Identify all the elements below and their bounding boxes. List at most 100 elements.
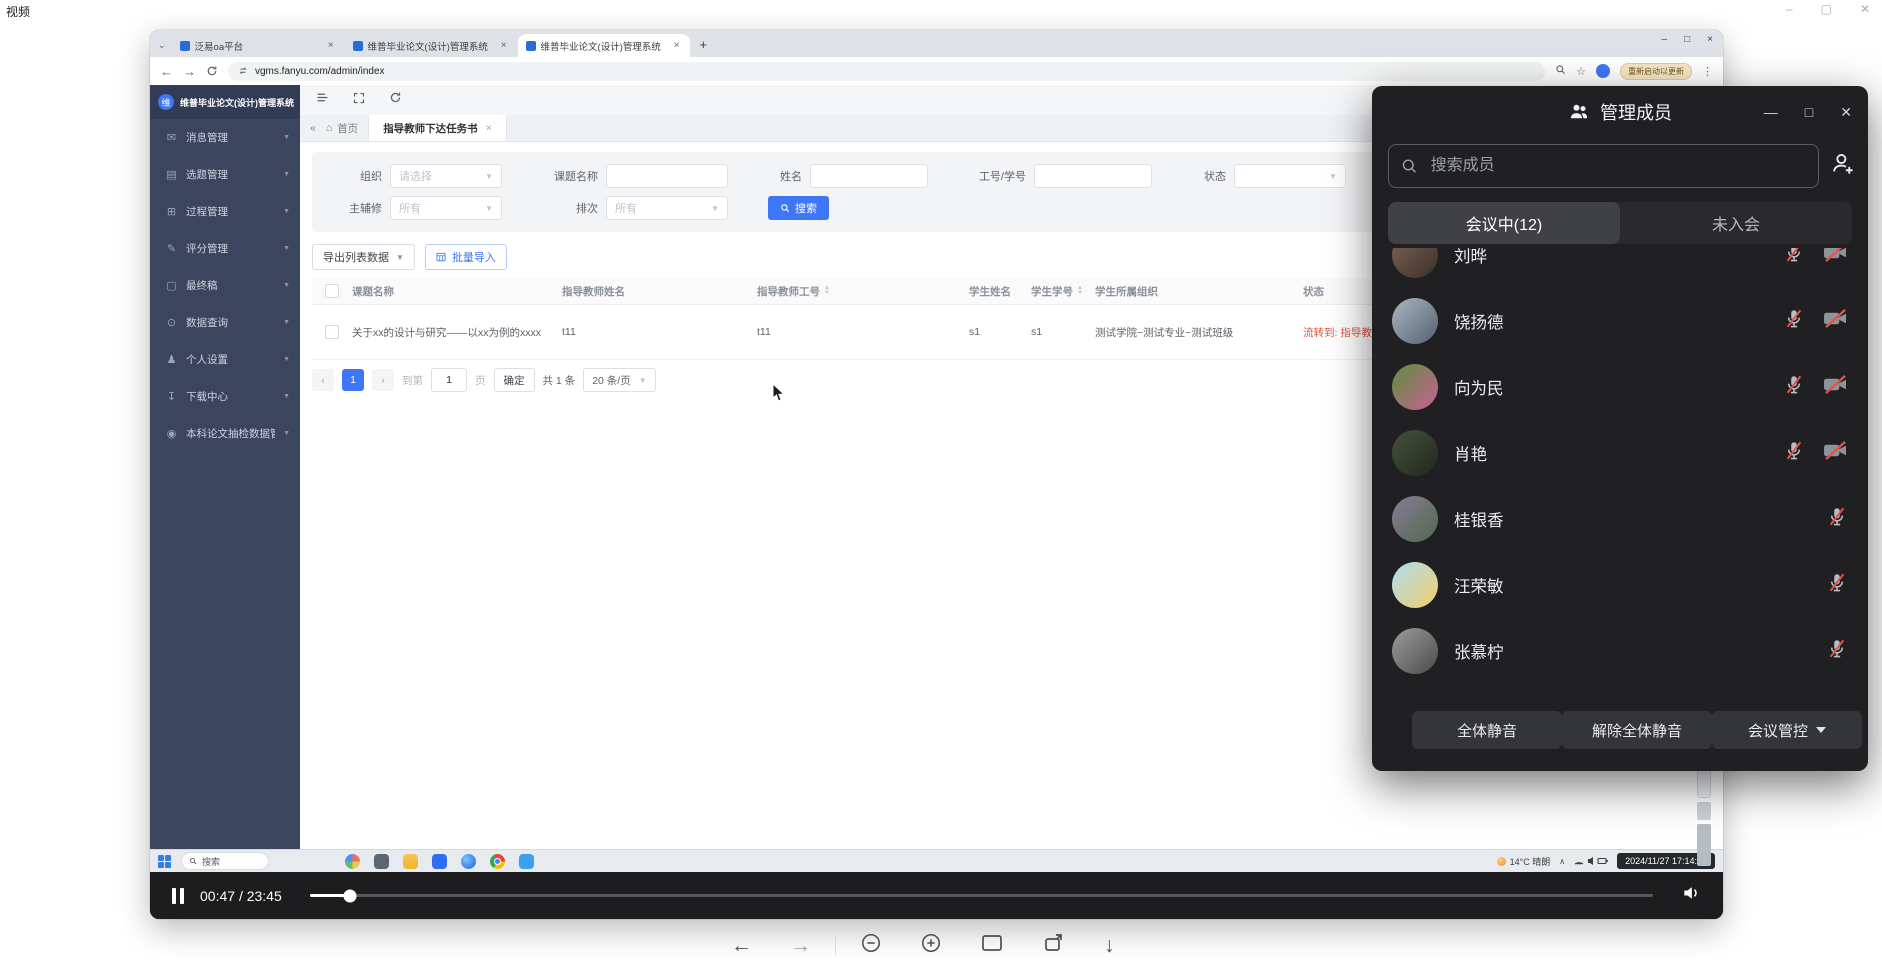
- sidebar-item[interactable]: ▢ 最终稿 ▼: [150, 267, 300, 304]
- col-topic[interactable]: 课题名称: [352, 284, 562, 299]
- panel-tab[interactable]: 未入会: [1620, 202, 1852, 244]
- forward-icon[interactable]: →: [790, 935, 811, 956]
- collapse-menu-icon[interactable]: [316, 91, 329, 109]
- taskbar-app-icon[interactable]: [519, 854, 534, 869]
- pause-button-icon[interactable]: [172, 888, 184, 904]
- member-row[interactable]: 刘晔: [1372, 248, 1868, 288]
- taskbar-app-icon[interactable]: [345, 854, 360, 869]
- tab-close-icon[interactable]: ×: [486, 122, 492, 134]
- camera-off-icon[interactable]: [1823, 248, 1848, 268]
- browser-minimize-icon[interactable]: –: [1662, 35, 1668, 45]
- mic-muted-icon[interactable]: [1783, 439, 1805, 467]
- tab-search-chevron-icon[interactable]: ⌄: [158, 40, 166, 51]
- mic-muted-icon[interactable]: [1783, 248, 1805, 269]
- sort-icon[interactable]: ▲▼: [1077, 286, 1083, 296]
- browser-update-chip[interactable]: 重新启动以更新: [1620, 63, 1692, 80]
- panel-close-icon[interactable]: ✕: [1840, 104, 1852, 121]
- floating-scroll-widget[interactable]: [1697, 770, 1711, 866]
- collapse-tabs-icon[interactable]: «: [310, 122, 316, 134]
- taskbar-app-icon[interactable]: [432, 854, 447, 869]
- browser-forward-icon[interactable]: →: [183, 65, 196, 78]
- member-list[interactable]: 刘晔 饶扬德: [1372, 248, 1868, 706]
- col-student-id[interactable]: 学生学号 ▲▼: [1031, 284, 1095, 299]
- refresh-icon[interactable]: [389, 91, 402, 109]
- topic-input[interactable]: [606, 164, 728, 188]
- panel-tab[interactable]: 会议中(12): [1388, 202, 1620, 244]
- browser-tab[interactable]: 泛易oa平台 ×: [172, 34, 344, 57]
- weather-widget[interactable]: 14°C 晴朗: [1497, 855, 1551, 868]
- col-student-name[interactable]: 学生姓名: [969, 284, 1031, 299]
- batch-select[interactable]: 所有 ▼: [606, 196, 728, 220]
- select-all-checkbox[interactable]: [325, 284, 339, 298]
- org-select[interactable]: 请选择 ▼: [390, 164, 502, 188]
- tab-close-icon[interactable]: ×: [672, 40, 682, 51]
- member-row[interactable]: 饶扬德: [1372, 288, 1868, 354]
- mic-muted-icon[interactable]: [1783, 307, 1805, 335]
- screenshot-icon[interactable]: [980, 932, 1004, 958]
- mute-all-button[interactable]: 全体静音: [1412, 711, 1562, 749]
- unmute-all-button[interactable]: 解除全体静音: [1562, 711, 1712, 749]
- browser-maximize-icon[interactable]: □: [1684, 35, 1690, 45]
- id-input[interactable]: [1034, 164, 1152, 188]
- member-row[interactable]: 桂银香: [1372, 486, 1868, 552]
- bookmark-star-icon[interactable]: ☆: [1576, 65, 1586, 78]
- sort-icon[interactable]: ▲▼: [824, 286, 830, 296]
- minimize-icon[interactable]: –: [1786, 2, 1793, 16]
- tray-expand-icon[interactable]: ∧: [1559, 857, 1565, 866]
- member-search-box[interactable]: [1388, 144, 1819, 188]
- camera-off-icon[interactable]: [1823, 374, 1848, 400]
- widget-mid-block[interactable]: [1697, 802, 1711, 820]
- taskbar-search[interactable]: 搜索: [181, 852, 269, 870]
- sidebar-item[interactable]: ⊙ 数据查询 ▼: [150, 304, 300, 341]
- widget-top-block[interactable]: [1697, 770, 1711, 798]
- browser-menu-kebab-icon[interactable]: ⋮: [1702, 65, 1713, 78]
- site-permissions-icon[interactable]: [238, 66, 248, 76]
- goto-page-input[interactable]: 1: [431, 368, 467, 392]
- export-button[interactable]: 导出列表数据 ▼: [312, 244, 415, 270]
- taskbar-app-icon[interactable]: [490, 854, 505, 869]
- col-teacher-id[interactable]: 指导教师工号 ▲▼: [757, 284, 969, 299]
- member-row[interactable]: 肖艳: [1372, 420, 1868, 486]
- major-select[interactable]: 所有 ▼: [390, 196, 502, 220]
- sidebar-item[interactable]: ✎ 评分管理 ▼: [150, 230, 300, 267]
- member-row[interactable]: 向为民: [1372, 354, 1868, 420]
- taskbar-app-icon[interactable]: [374, 854, 389, 869]
- search-icon[interactable]: [1555, 64, 1566, 78]
- batch-import-button[interactable]: 批量导入: [425, 244, 507, 270]
- player-progress-handle[interactable]: [344, 889, 357, 902]
- col-teacher-name[interactable]: 指导教师姓名: [562, 284, 757, 299]
- zoom-in-icon[interactable]: [920, 932, 942, 958]
- tab-home[interactable]: ⌂ 首页: [326, 121, 358, 136]
- start-button-icon[interactable]: [158, 855, 171, 868]
- browser-profile-avatar[interactable]: [1596, 64, 1610, 78]
- browser-back-icon[interactable]: ←: [160, 65, 173, 78]
- tray-status-icons[interactable]: [1574, 856, 1608, 866]
- browser-tab[interactable]: 维普毕业论文(设计)管理系统 ×: [345, 34, 517, 57]
- member-search-input[interactable]: [1429, 156, 1806, 176]
- status-select[interactable]: ▼: [1234, 164, 1346, 188]
- download-icon[interactable]: ↓: [1104, 935, 1115, 956]
- sidebar-item[interactable]: ↧ 下载中心 ▼: [150, 378, 300, 415]
- new-tab-button[interactable]: +: [700, 37, 708, 52]
- name-input[interactable]: [810, 164, 928, 188]
- panel-minimize-icon[interactable]: —: [1764, 104, 1778, 120]
- prev-page-button[interactable]: ‹: [312, 369, 334, 391]
- sidebar-item[interactable]: ♟ 个人设置 ▼: [150, 341, 300, 378]
- meeting-controls-button[interactable]: 会议管控: [1712, 711, 1862, 749]
- confirm-button[interactable]: 确定: [494, 368, 535, 392]
- taskbar-app-icon[interactable]: [403, 854, 418, 869]
- current-page-button[interactable]: 1: [342, 369, 364, 391]
- member-row[interactable]: 张慕柠: [1372, 618, 1868, 684]
- sidebar-item[interactable]: ⊞ 过程管理 ▼: [150, 193, 300, 230]
- sidebar-item[interactable]: ▤ 选题管理 ▼: [150, 156, 300, 193]
- sidebar-item[interactable]: ◉ 本科论文抽检数据管理 ▼: [150, 415, 300, 452]
- page-size-select[interactable]: 20 条/页 ▼: [583, 368, 655, 392]
- maximize-icon[interactable]: ▢: [1821, 2, 1832, 16]
- row-checkbox[interactable]: [325, 325, 339, 339]
- member-row[interactable]: 汪荣敏: [1372, 552, 1868, 618]
- tab-close-icon[interactable]: ×: [499, 40, 509, 51]
- camera-off-icon[interactable]: [1823, 440, 1848, 466]
- taskbar-app-icon[interactable]: [461, 854, 476, 869]
- panel-maximize-icon[interactable]: □: [1805, 104, 1813, 120]
- tab-active-page[interactable]: 指导教师下达任务书 ×: [368, 115, 507, 141]
